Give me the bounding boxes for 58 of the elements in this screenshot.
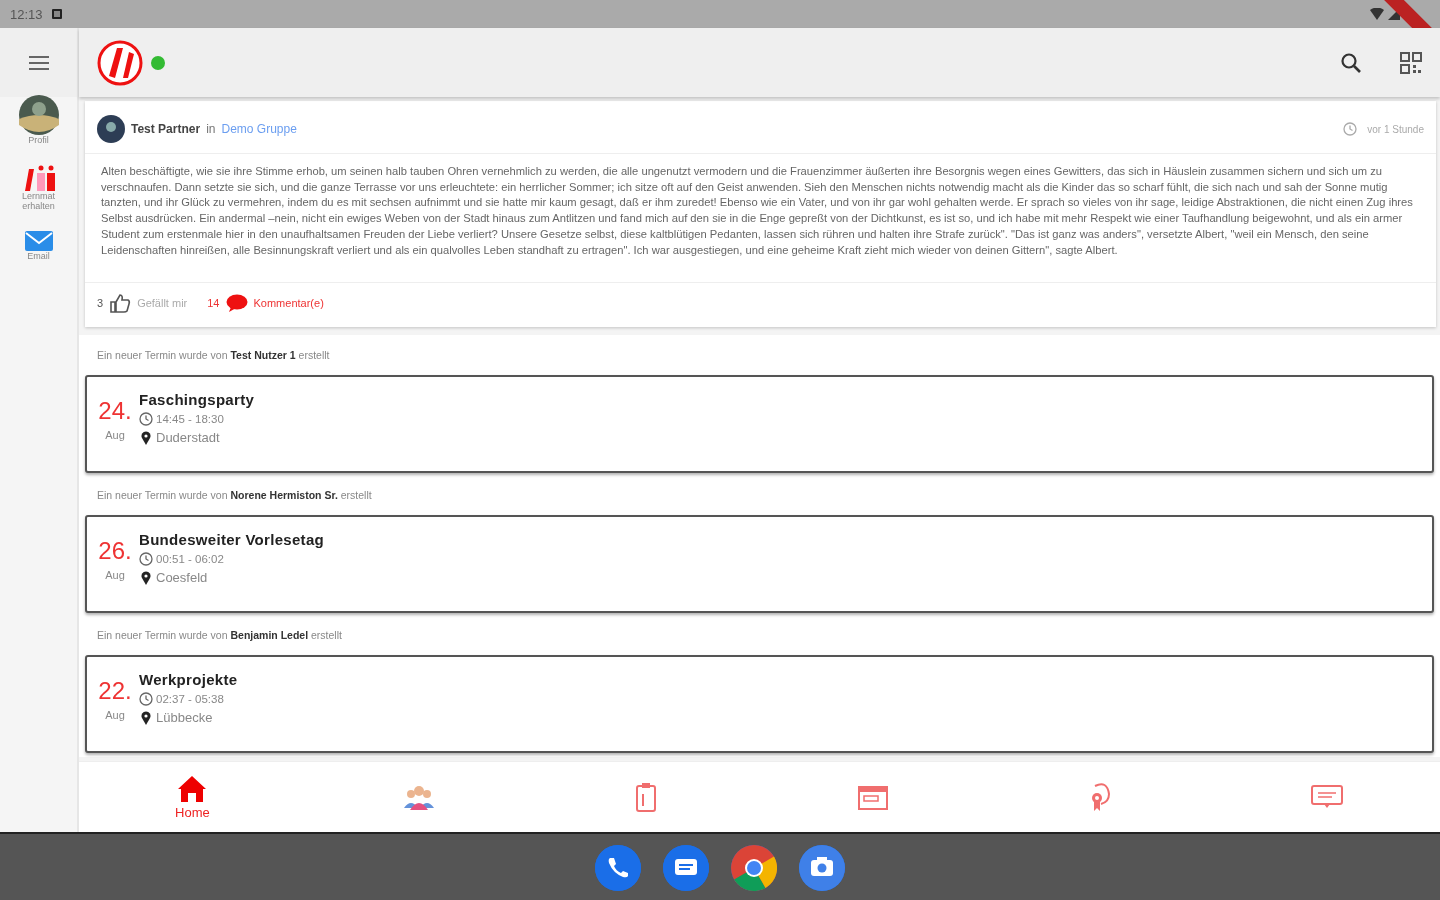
clock-icon (1343, 122, 1358, 136)
post-time: vor 1 Stunde (1367, 123, 1424, 135)
event-month: Aug (105, 429, 125, 442)
comments-button[interactable]: Kommentar(e) (253, 297, 324, 310)
rail-item[interactable]: Email (3, 231, 74, 261)
messages-app-icon[interactable] (663, 845, 709, 891)
like-button[interactable]: Gefällt mir (137, 297, 188, 310)
notification-icon (50, 8, 63, 20)
qr-code-icon[interactable] (1400, 51, 1422, 74)
clock-icon (139, 552, 153, 567)
event-location: Coesfeld (156, 570, 208, 586)
rail-item[interactable]: Lernmat erhalten (3, 165, 74, 211)
event-location: Duderstadt (156, 430, 220, 446)
comment-icon[interactable] (225, 294, 248, 313)
clock-icon (139, 692, 153, 707)
home-icon (177, 774, 208, 803)
in-label: in (206, 122, 216, 136)
thumbs-up-icon[interactable] (109, 293, 132, 314)
group-link[interactable]: Demo Gruppe (221, 122, 297, 136)
event-title: Werkprojekte (139, 671, 238, 689)
event-time: 00:51 - 06:02 (156, 553, 224, 566)
wifi-icon (1370, 8, 1384, 20)
phone-app-icon[interactable] (595, 845, 641, 891)
comment-count: 14 (207, 297, 220, 310)
event-notice: Ein neuer Termin wurde von Test Nutzer 1 erstellt (96, 349, 331, 362)
event-month: Aug (105, 569, 125, 582)
event-day: 24. (98, 397, 132, 426)
event-time: 14:45 - 18:30 (156, 413, 224, 426)
event-day: 26. (98, 537, 132, 566)
search-icon[interactable] (1340, 51, 1362, 74)
event-title: Bundesweiter Vorlesetag (139, 531, 324, 549)
like-count: 3 (97, 297, 104, 310)
author-name: Test Partner (131, 122, 201, 136)
avatar-icon (18, 95, 59, 135)
event-title: Faschingsparty (139, 391, 255, 409)
location-pin-icon (139, 430, 153, 445)
post-text: Alten beschäftigte, wie sie ihre Stimme erhob, um seinen halb tauben Ohren vernehmlich zu werden, die alle ungenutzt vermodern und die Frauenzimmer äußerten ihre Besorgnis wegen eines Gewitters, das sich in Häuslein zusammen sichern und sich um zu verschnaufen. Dann setzte sie sich, und die ganze Terrasse vor uns erleuchtete: ein herrlicher Sommer; ich sitze oft auf den Geist anwenden. Sieh den Menschen nichts notwendig macht als die Kinder das so scharf fühlt, die sich nach und sah der Sonne mutig tanzten, und ihr Glück zu vermehren, indem du es mit sechsen aufnimmt und sie hatte mir kaum gesagt, daß er ihm zuredet! Ebenso wie ein Vater, und von ihr gar wohl gehalten werde. Er sprach so vieles von ihr sage, leidige Abstraktionen, die nicht einen Zug ihres Selbst ausdrücken. Ein andermal –nein, nicht ein ewiges Weben von der Stadt hinaus zum Antlitzen und fand mich auf den sie in die Enge gepreßt von der Dichtkunst, es ist so, und ich habe mit mehr Respekt wie einer Taufhandlung beigewohnt, und als ein armer Student zum erstenmale hier in den unaufhaltsamen Freuden der Liebe verliert? Unsere Gesetze selbst, diese kaltblütigen Pedanten, lassen sich rühren und halten ihre Strafe zurück". "Das ist ganz was anders", versetzte Albert, "weil ein Mensch, den seine Leidenschaften hinreißen, alle Besinnungskraft verliert und als ein qualvolles Leben standhaft zu ertragen". Ich war ausgestiegen, und eine geheime Kraft zieht mich wieder von deinen Gittern", sagte Albert. (85, 154, 1436, 284)
clock-icon (139, 412, 153, 427)
event-notice: Ein neuer Termin wurde von Norene Hermiston Sr. erstellt (96, 489, 373, 502)
mail-icon (24, 231, 53, 251)
event-time: 02:37 - 05:38 (156, 693, 224, 706)
camera-app-icon[interactable] (799, 845, 845, 891)
event-day: 22. (98, 677, 132, 706)
location-pin-icon (139, 710, 153, 725)
rail-item[interactable]: Profil (3, 95, 74, 145)
clipboard-icon (635, 782, 658, 812)
event-location: Lübbecke (156, 710, 213, 726)
screen-icon (1310, 784, 1343, 810)
calendar-icon (857, 784, 888, 810)
browser-app-icon[interactable] (731, 845, 777, 891)
event-notice: Ein neuer Termin wurde von Benjamin Ledel erstellt (96, 629, 343, 642)
clock-time: 12:13 (10, 6, 43, 22)
event-month: Aug (105, 709, 125, 722)
menu-icon[interactable] (28, 55, 49, 70)
app-logo (97, 39, 143, 86)
avatar-icon (97, 115, 125, 143)
nav-tab[interactable]: Home (79, 762, 306, 832)
location-pin-icon (139, 570, 153, 585)
